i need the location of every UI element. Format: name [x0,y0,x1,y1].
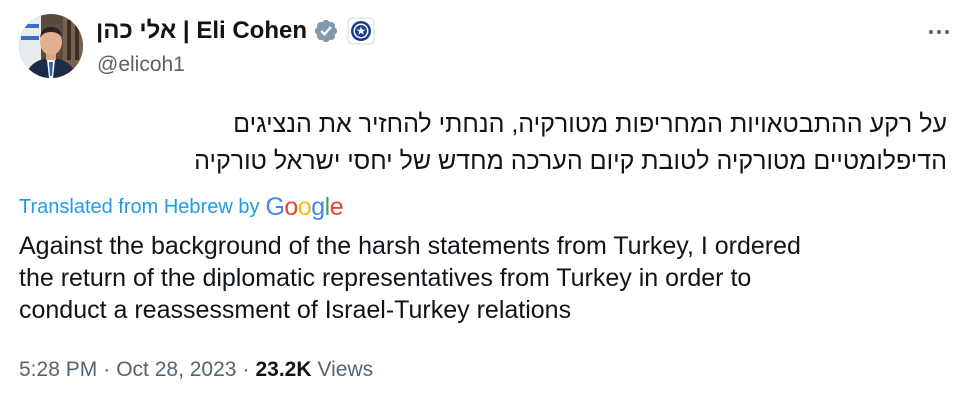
translation-attribution[interactable]: Translated from Hebrew by Google [19,191,344,223]
tweet-text-original: על רקע ההתבטאויות המחריפות מטורקיה, הנחת… [47,106,947,180]
more-dots-icon [929,30,949,34]
author-display-name[interactable]: אלי כהן | Eli Cohen [96,17,307,45]
tweet-date[interactable]: Oct 28, 2023 [116,358,236,382]
tweet-meta: 5:28 PM · Oct 28, 2023 · 23.2K Views [19,358,373,382]
verified-badge-icon[interactable] [313,18,339,44]
tweet-text-line: הדיפלומטיים מטורקיה לטובת קיום הערכה מחד… [194,147,947,175]
meta-separator: · [242,358,250,381]
more-options-button[interactable] [922,22,956,42]
avatar[interactable] [19,14,83,78]
government-affiliation-icon[interactable] [347,17,375,45]
translation-line: conduct a reassessment of Israel-Turkey … [19,296,572,324]
views-label: Views [317,358,374,381]
tweet-text-line: על רקע ההתבטאויות המחריפות מטורקיה, הנחת… [233,110,947,138]
views-count[interactable]: 23.2K [255,358,311,382]
translation-label: Translated from Hebrew by [19,195,260,218]
google-logo: Google [265,192,344,221]
author-name-row: אלי כהן | Eli Cohen [96,16,375,46]
meta-separator: · [103,358,111,381]
author-handle[interactable]: @elicoh1 [97,53,185,77]
tweet-text-translation: Against the background of the harsh stat… [19,230,949,326]
avatar-image [19,14,83,78]
translation-line: the return of the diplomatic representat… [19,264,752,292]
translation-line: Against the background of the harsh stat… [19,232,801,260]
tweet-time[interactable]: 5:28 PM [19,358,97,382]
